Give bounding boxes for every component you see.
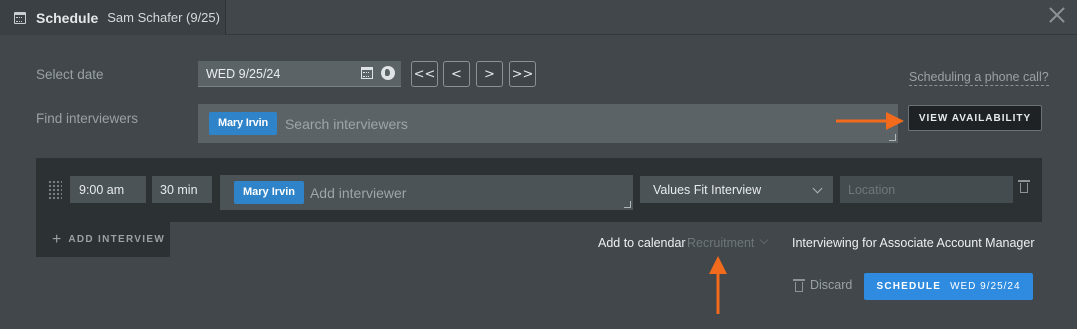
interview-type-value: Values Fit Interview [653,182,762,197]
chevron-down-icon[interactable] [759,235,769,245]
duration-field[interactable]: 30 min [152,176,212,203]
interviewer-chip[interactable]: Mary Irvin [209,112,277,135]
interviewer-search-input[interactable]: Mary Irvin Search interviewers [198,104,898,143]
drag-handle-icon[interactable] [48,180,62,200]
prev-week-button[interactable]: << [411,61,438,87]
tab-subtitle: Sam Schafer (9/25) [107,10,220,25]
next-day-button[interactable]: > [476,61,503,87]
trash-icon[interactable] [1018,180,1030,193]
schedule-date: WED 9/25/24 [950,281,1021,292]
find-interviewers-label: Find interviewers [36,111,139,126]
add-interview-button[interactable]: + ADD INTERVIEW [36,222,170,257]
globe-icon[interactable] [381,66,395,80]
time-field[interactable]: 9:00 am [70,176,146,203]
location-input[interactable]: Location [840,176,1013,203]
date-value: WED 9/25/24 [206,66,281,81]
discard-button[interactable]: Discard [793,278,853,292]
resize-handle-icon[interactable] [624,201,631,208]
schedule-button[interactable]: SCHEDULE WED 9/25/24 [864,273,1033,300]
phone-call-link[interactable]: Scheduling a phone call? [909,70,1049,86]
calendar-select[interactable]: Recruitment [687,236,754,250]
add-interviewer-input[interactable]: Mary Irvin Add interviewer [220,175,633,210]
add-to-calendar-label: Add to calendar [598,236,686,250]
add-interviewer-placeholder: Add interviewer [309,184,407,201]
chevron-down-icon [812,183,823,194]
interview-type-select[interactable]: Values Fit Interview [640,176,833,203]
schedule-tab[interactable]: Schedule Sam Schafer (9/25) [0,0,226,35]
trash-icon [793,278,805,292]
title-bar: Schedule Sam Schafer (9/25) [0,0,1077,35]
plus-icon: + [52,230,62,248]
calendar-icon [14,11,26,24]
annotation-arrow-right [836,112,904,130]
next-week-button[interactable]: >> [509,61,536,87]
close-icon[interactable] [1047,5,1067,25]
schedule-label: SCHEDULE [876,281,942,292]
prev-day-button[interactable]: < [443,61,470,87]
discard-label: Discard [810,278,853,292]
interview-row: 9:00 am 30 min Mary Irvin Add interviewe… [36,158,1042,222]
interviewer-chip[interactable]: Mary Irvin [234,181,304,204]
search-placeholder: Search interviewers [284,115,408,132]
annotation-arrow-up [709,256,727,314]
tab-title: Schedule [36,9,99,26]
add-interview-label: ADD INTERVIEW [68,234,166,245]
view-availability-button[interactable]: VIEW AVAILABILITY [908,105,1042,131]
resize-handle-icon[interactable] [889,134,896,141]
date-input[interactable]: WED 9/25/24 [198,61,401,87]
select-date-label: Select date [36,67,104,82]
calendar-icon[interactable] [361,67,373,79]
interviewing-for-text: Interviewing for Associate Account Manag… [792,236,1035,250]
